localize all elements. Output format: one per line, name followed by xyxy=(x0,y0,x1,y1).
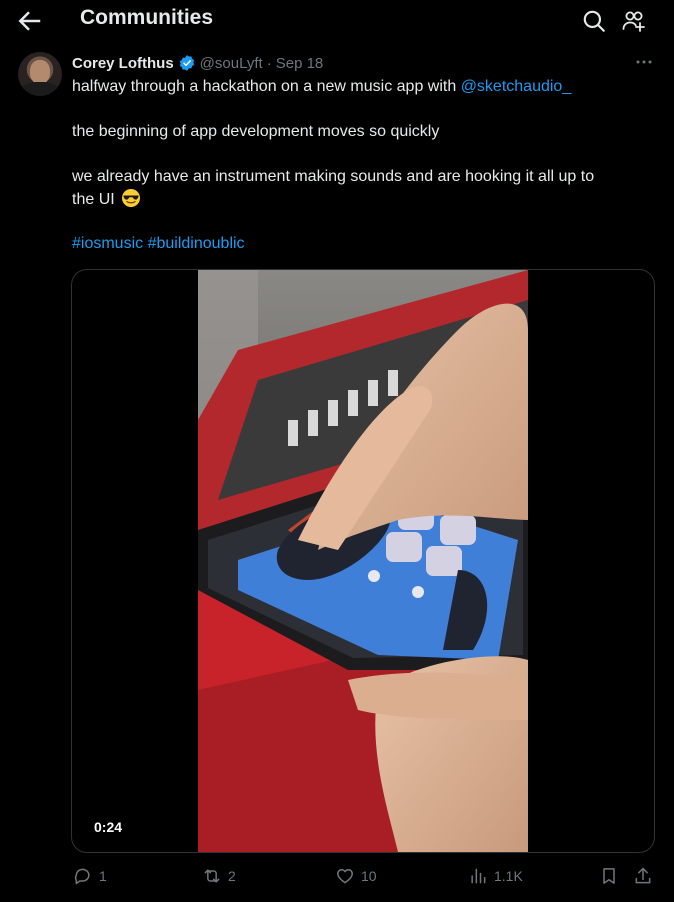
bookmark-button[interactable] xyxy=(599,866,625,886)
bookmark-icon xyxy=(603,868,615,884)
avatar-face xyxy=(30,60,50,84)
repost-icon xyxy=(204,869,220,883)
hashtag-buildinoublic[interactable]: #buildinoublic xyxy=(148,235,245,252)
back-button[interactable] xyxy=(14,6,44,36)
tweet-text-line-1: halfway through a hackathon on a new mus… xyxy=(72,76,652,98)
page-title: Communities xyxy=(80,6,214,29)
separator-dot: · xyxy=(266,54,272,72)
video-player[interactable]: 0:24 xyxy=(71,269,655,853)
author-name[interactable]: Corey Lofthus xyxy=(72,55,174,72)
avatar[interactable] xyxy=(18,52,62,96)
hashtag-row: #iosmusic #buildinoublic xyxy=(72,233,652,255)
smiling-face-with-sunglasses-icon xyxy=(122,189,141,207)
tweet-text-ui: the UI xyxy=(72,191,115,208)
share-icon xyxy=(635,867,651,884)
repost-count: 2 xyxy=(228,868,236,884)
tweet-text-prefix: halfway through a hackathon on a new mus… xyxy=(72,78,461,95)
views-button[interactable]: 1.1K xyxy=(468,866,523,886)
search-button[interactable] xyxy=(581,8,607,34)
like-button[interactable]: 10 xyxy=(335,866,377,886)
bar-chart-icon xyxy=(471,868,486,884)
video-thumbnail xyxy=(198,270,528,852)
video-duration: 0:24 xyxy=(86,816,131,838)
more-horizontal-icon xyxy=(636,60,652,64)
reply-icon xyxy=(74,868,90,885)
author-row: Corey Lofthus @souLyft · Sep 18 xyxy=(72,52,323,74)
top-bar: Communities xyxy=(0,0,674,42)
search-icon xyxy=(583,10,605,32)
avatar-shirt xyxy=(22,82,58,96)
arrow-left-icon xyxy=(18,11,41,31)
hashtag-iosmusic[interactable]: #iosmusic xyxy=(72,235,143,252)
mention-link[interactable]: @sketchaudio_ xyxy=(461,78,572,95)
community-members-button[interactable] xyxy=(621,8,647,34)
video-still-image xyxy=(198,270,528,852)
repost-button[interactable]: 2 xyxy=(202,866,236,886)
share-button[interactable] xyxy=(633,866,659,886)
people-add-icon xyxy=(622,11,645,32)
verified-badge-icon[interactable] xyxy=(178,54,196,72)
tweet-actions: 1 2 10 1.1K xyxy=(0,862,674,896)
tweet-text-line-2: the beginning of app development moves s… xyxy=(72,123,440,140)
heart-icon xyxy=(337,869,353,884)
author-handle[interactable]: @souLyft xyxy=(200,55,263,72)
tweet-text-line-4: the UI xyxy=(72,188,652,211)
view-count: 1.1K xyxy=(494,868,523,884)
post-date[interactable]: Sep 18 xyxy=(276,55,324,72)
reply-button[interactable]: 1 xyxy=(73,866,107,886)
like-count: 10 xyxy=(361,868,377,884)
more-options-button[interactable] xyxy=(634,54,654,70)
tweet-text-line-3: we already have an instrument making sou… xyxy=(72,168,595,185)
reply-count: 1 xyxy=(99,868,107,884)
